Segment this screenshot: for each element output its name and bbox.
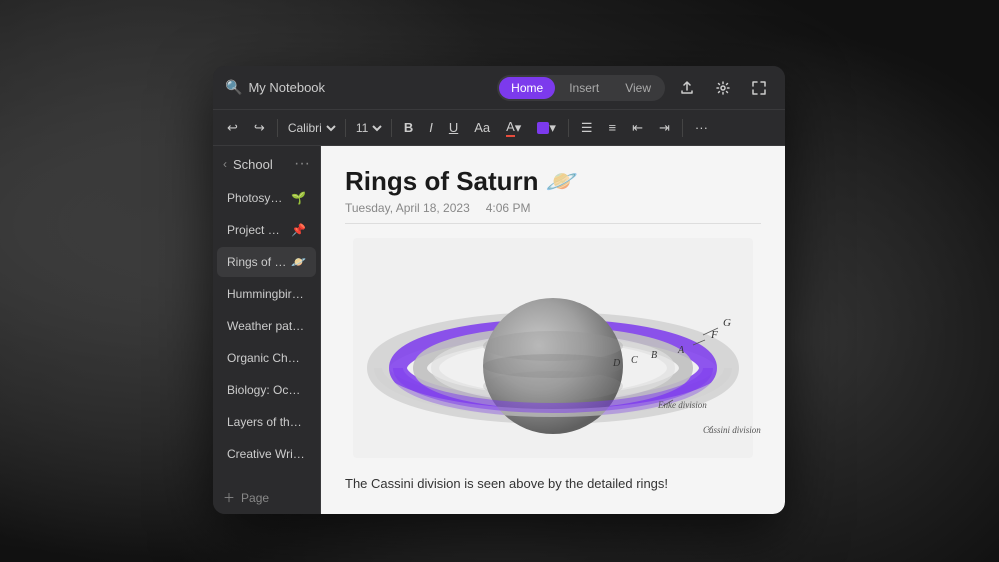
color-button[interactable]: ▾: [531, 117, 562, 139]
sidebar-item-hummingbird[interactable]: Hummingbird Win...: [217, 279, 316, 309]
svg-text:A: A: [677, 345, 685, 356]
sidebar-item-weather[interactable]: Weather patterns: [217, 311, 316, 341]
separator-1: [277, 119, 278, 137]
underline-button[interactable]: U: [443, 117, 464, 138]
text-size-button[interactable]: Aa: [468, 117, 496, 138]
italic-button[interactable]: I: [423, 117, 439, 138]
bold-button[interactable]: B: [398, 117, 419, 138]
note-date: Tuesday, April 18, 2023: [345, 201, 470, 215]
note-image: G F A B C D Enke division Cassini divisi…: [345, 238, 761, 458]
tab-group: Home Insert View: [497, 75, 665, 101]
sidebar-more-button[interactable]: ···: [294, 155, 310, 173]
settings-button[interactable]: [709, 74, 737, 102]
svg-text:D: D: [612, 358, 621, 369]
toolbar-actions: [673, 74, 773, 102]
sidebar-item-label: Layers of the Atm...: [227, 415, 306, 429]
search-area: 🔍 My Notebook: [225, 79, 489, 96]
more-format-button[interactable]: ···: [689, 117, 714, 138]
format-toolbar: ↩ ↪ Calibri 11 B I U Aa A▾ ▾ ☰ ≡ ⇤ ⇥ ···: [213, 110, 785, 146]
bullet-list-button[interactable]: ☰: [575, 117, 599, 139]
indent-dec-button[interactable]: ⇤: [626, 117, 649, 139]
numbered-list-button[interactable]: ≡: [603, 117, 623, 138]
app-window: 🔍 My Notebook Home Insert View: [213, 66, 785, 514]
sidebar-item-label: Project Notes: [227, 223, 287, 237]
svg-text:Cassini division: Cassini division: [703, 425, 761, 435]
tab-home[interactable]: Home: [499, 77, 555, 99]
sidebar-item-organic-chem[interactable]: Organic Chemistry: [217, 343, 316, 373]
sidebar-item-label: Weather patterns: [227, 319, 306, 333]
add-page-label: Page: [241, 491, 269, 505]
sidebar-header: ‹ School ···: [213, 146, 320, 182]
search-icon: 🔍: [225, 79, 242, 96]
separator-4: [568, 119, 569, 137]
note-time: 4:06 PM: [486, 201, 531, 215]
redo-button[interactable]: ↪: [248, 117, 271, 139]
main-toolbar: 🔍 My Notebook Home Insert View: [213, 66, 785, 110]
separator-2: [345, 119, 346, 137]
svg-text:G: G: [723, 317, 731, 329]
svg-text:B: B: [651, 350, 657, 361]
note-body: The Cassini division is seen above by th…: [345, 474, 761, 495]
sidebar-item-layers-atm[interactable]: Layers of the Atm...: [217, 407, 316, 437]
sidebar-header-left: ‹ School: [223, 157, 273, 172]
sidebar-item-label: Creative Writing: [227, 447, 306, 461]
indent-inc-button[interactable]: ⇥: [653, 117, 676, 139]
note-editor[interactable]: Rings of Saturn 🪐 Tuesday, April 18, 202…: [321, 146, 785, 514]
sidebar-item-project-notes[interactable]: Project Notes 📌: [217, 215, 316, 245]
back-button[interactable]: ‹: [223, 157, 227, 171]
note-title: Rings of Saturn 🪐: [345, 166, 761, 197]
svg-text:C: C: [631, 355, 638, 366]
sidebar-item-label: Rings of Saturn: [227, 255, 287, 269]
sidebar-item-photosynthesis[interactable]: Photosynthesis 🌱: [217, 183, 316, 213]
sidebar-item-rings-of-saturn[interactable]: Rings of Saturn 🪐: [217, 247, 316, 277]
tab-view[interactable]: View: [613, 77, 663, 99]
sidebar-item-emoji: 🌱: [291, 191, 306, 205]
saturn-svg: G F A B C D Enke division Cassini divisi…: [345, 238, 761, 458]
plus-icon: ＋: [223, 489, 235, 506]
undo-button[interactable]: ↩: [221, 117, 244, 139]
sidebar-item-label: Hummingbird Win...: [227, 287, 306, 301]
section-title: School: [233, 157, 273, 172]
sidebar-item-label: Biology: Ocean Fo...: [227, 383, 306, 397]
share-button[interactable]: [673, 74, 701, 102]
note-paragraph: The Cassini division is seen above by th…: [345, 474, 761, 495]
font-size-select[interactable]: 11: [352, 120, 385, 136]
sidebar-item-emoji: 🪐: [291, 255, 306, 269]
sidebar-item-label: Organic Chemistry: [227, 351, 306, 365]
font-family-select[interactable]: Calibri: [284, 120, 339, 136]
notebook-title: My Notebook: [248, 80, 325, 95]
tab-insert[interactable]: Insert: [557, 77, 611, 99]
sidebar-item-label: Photosynthesis: [227, 191, 287, 205]
add-page-button[interactable]: ＋ Page: [213, 481, 320, 514]
highlight-button[interactable]: A▾: [500, 116, 527, 140]
sidebar-item-creative-writing[interactable]: Creative Writing: [217, 439, 316, 469]
expand-button[interactable]: [745, 74, 773, 102]
separator-3: [391, 119, 392, 137]
separator-5: [682, 119, 683, 137]
content-area: ‹ School ··· Photosynthesis 🌱 Project No…: [213, 146, 785, 514]
sidebar: ‹ School ··· Photosynthesis 🌱 Project No…: [213, 146, 321, 514]
sidebar-item-emoji: 📌: [291, 223, 306, 237]
note-meta: Tuesday, April 18, 2023 4:06 PM: [345, 201, 761, 224]
sidebar-item-biology[interactable]: Biology: Ocean Fo...: [217, 375, 316, 405]
